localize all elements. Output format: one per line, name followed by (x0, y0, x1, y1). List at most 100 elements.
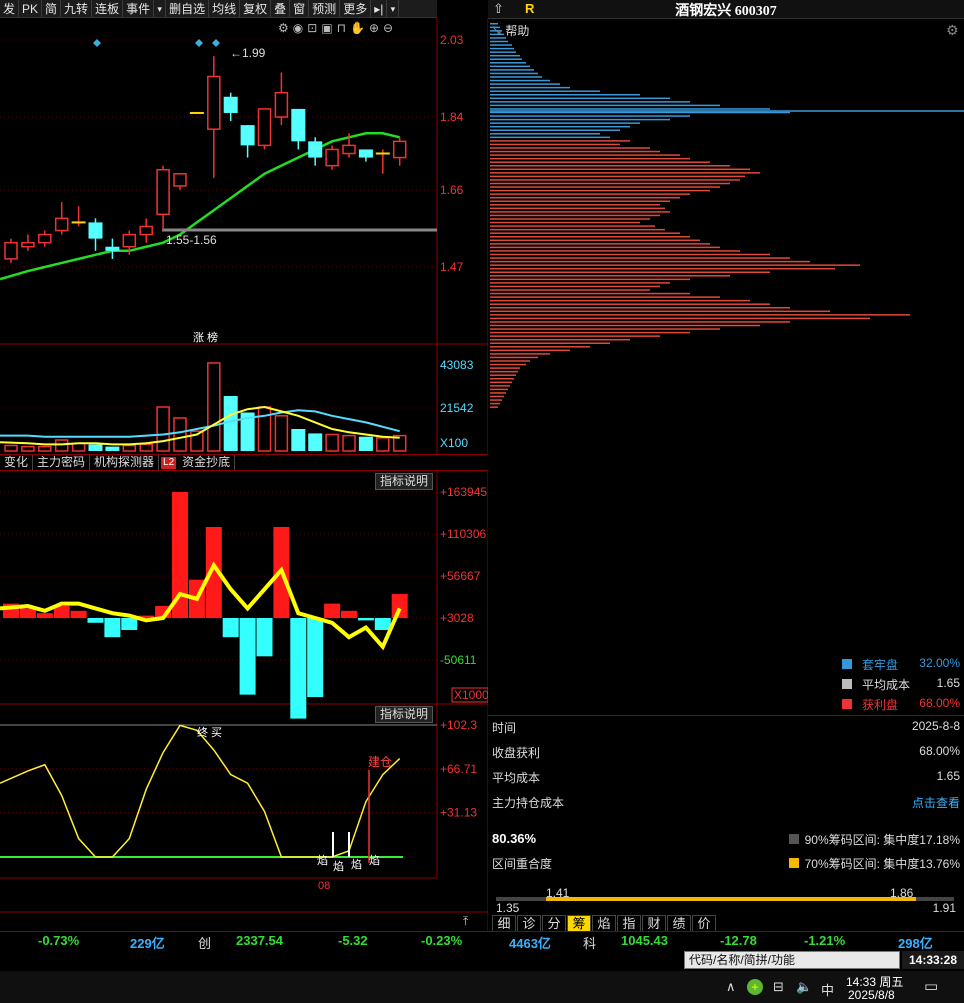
chip-bar (490, 150, 660, 153)
chip-bar (490, 182, 730, 185)
indicator-explain-button-2[interactable]: 指标说明 (375, 706, 434, 723)
chip-bar (490, 232, 680, 234)
toolbar-item[interactable]: 简 (42, 0, 62, 17)
osc-axis-label: +31.13 (440, 806, 477, 820)
indicator-tab[interactable]: 机构探测器 (90, 455, 160, 470)
chip-bar (490, 207, 665, 210)
toolbar-item[interactable]: ▸| (371, 0, 388, 17)
chip-bar (490, 140, 630, 142)
info-main-cost: 主力持仓成本 点击查看 (492, 794, 960, 814)
app-tray-icon[interactable]: + (747, 979, 763, 995)
chip-bar (490, 40, 508, 43)
taskbar: ∧ + ⊟ 🔈 中 14:33 周五 2025/8/8 ▭ (0, 971, 964, 1003)
chip-bar (490, 328, 720, 330)
macd-bar (374, 618, 391, 630)
osc-flame-label: 焰 (351, 857, 362, 871)
volume-bar (291, 429, 306, 451)
price-axis-label: 1.47 (440, 260, 464, 274)
legend-trapped-value: 32.00% (919, 656, 960, 670)
toolbar-item[interactable]: 均线 (209, 0, 241, 17)
range-annotation: 1.55-1.56 (166, 233, 217, 247)
toolbar-item[interactable]: 更多 (340, 0, 372, 17)
candle-body (291, 108, 306, 142)
chip-bar (490, 278, 690, 281)
chip-bar (490, 122, 640, 124)
toolbar-item[interactable]: 窗 (290, 0, 310, 17)
status-kc-value: 1045.43 (621, 933, 668, 948)
chip-bar (490, 374, 516, 376)
scroll-top-icon[interactable]: ⤒ (463, 914, 468, 929)
chip-bar (490, 317, 870, 320)
toolbar-item[interactable]: ▾ (154, 0, 167, 17)
toolbar-item[interactable]: ▾ (387, 0, 400, 17)
chip-bar (490, 69, 534, 71)
toolbar-item[interactable]: 事件 (123, 0, 155, 17)
chip-bar (490, 246, 720, 249)
macd-axis-label: X1000 (454, 688, 488, 702)
status-cyb-pct: -0.23% (421, 933, 463, 948)
macd-axis-label: -50611 (440, 653, 477, 667)
indicator-explain-button-1[interactable]: 指标说明 (375, 473, 434, 490)
ime-indicator[interactable]: 中 (821, 980, 834, 999)
toolbar-item[interactable]: PK (19, 0, 43, 17)
status-sh-pct: -0.73% (38, 933, 80, 948)
macd-bar (324, 603, 341, 618)
chip-bar (490, 72, 538, 75)
chip-bar (490, 37, 506, 39)
toolbar-item[interactable]: 预测 (309, 0, 341, 17)
osc-line (0, 724, 401, 858)
toolbar-item[interactable]: 叠 (271, 0, 291, 17)
toolbar-item[interactable]: 九转 (61, 0, 93, 17)
search-input[interactable]: 代码/名称/简拼/功能 (684, 951, 900, 969)
toolbar-item[interactable]: 发 (0, 0, 20, 17)
chip-bar (490, 324, 760, 327)
indicator-tab[interactable]: 变化 (0, 455, 34, 470)
high-annotation: ←1.99 (230, 46, 266, 60)
legend-avg-cost: 平均成本 1.65 (842, 676, 960, 692)
osc-flame-label: 焰 (369, 853, 380, 867)
candle-body (257, 108, 272, 147)
volume-bar (308, 433, 323, 451)
chip-bar (490, 51, 516, 53)
chip-bar (490, 175, 745, 178)
status-cyb-amount: 4463亿 (509, 936, 551, 951)
chip-bar (490, 54, 520, 57)
status-cyb-change: -5.32 (338, 933, 368, 948)
toolbar-item[interactable]: 复权 (240, 0, 272, 17)
overlap-row: 区间重合度 70%筹码区间: 集中度13.76% (492, 855, 960, 875)
chip-bar (490, 79, 550, 82)
network-icon[interactable]: ⊟ (773, 979, 784, 995)
overlap-label: 区间重合度 (492, 857, 553, 871)
status-kc-pct: -1.21% (804, 933, 846, 948)
chip-bar (490, 157, 690, 160)
chip-bar (490, 264, 860, 266)
volume-icon[interactable]: 🔈 (796, 979, 812, 995)
chip-bar (490, 136, 610, 139)
toolbar-item[interactable]: 连板 (92, 0, 124, 17)
toolbar-item[interactable]: 删自选 (166, 0, 210, 17)
chip-bar (490, 228, 665, 231)
candle-body (207, 75, 221, 130)
chip-bar (490, 282, 670, 284)
chip-bar (490, 104, 720, 107)
chevron-up-icon[interactable]: ∧ (726, 979, 736, 995)
volume-bar (122, 444, 137, 452)
chip-bar (490, 378, 514, 380)
main-cost-link[interactable]: 点击查看 (912, 794, 960, 811)
legend-trapped-label: 套牢盘 (862, 658, 899, 672)
legend-profit-swatch (842, 699, 852, 709)
stock-title-bar: ⇧ R 酒钢宏兴 600307 (488, 0, 964, 19)
chip-bar (490, 356, 538, 359)
main-toolbar: 发 PK 简九转 连板 事件 ▾ 删自选 均线 复权叠窗预测 更多 ▸| ▾ (0, 0, 437, 18)
macd-bar (70, 610, 87, 618)
notification-icon[interactable]: ▭ (924, 977, 938, 995)
macd-bar (36, 613, 53, 618)
info-key: 时间 (492, 721, 517, 735)
info-value: 2025-8-8 (911, 719, 960, 733)
indicator-tab[interactable]: 主力密码 (33, 455, 91, 470)
indicator-tab[interactable]: 资金抄底 (178, 455, 236, 470)
l2-badge[interactable]: L2 (161, 457, 177, 469)
chip-bar (490, 399, 502, 401)
candle-body (4, 241, 18, 260)
volume-bar (4, 444, 18, 452)
